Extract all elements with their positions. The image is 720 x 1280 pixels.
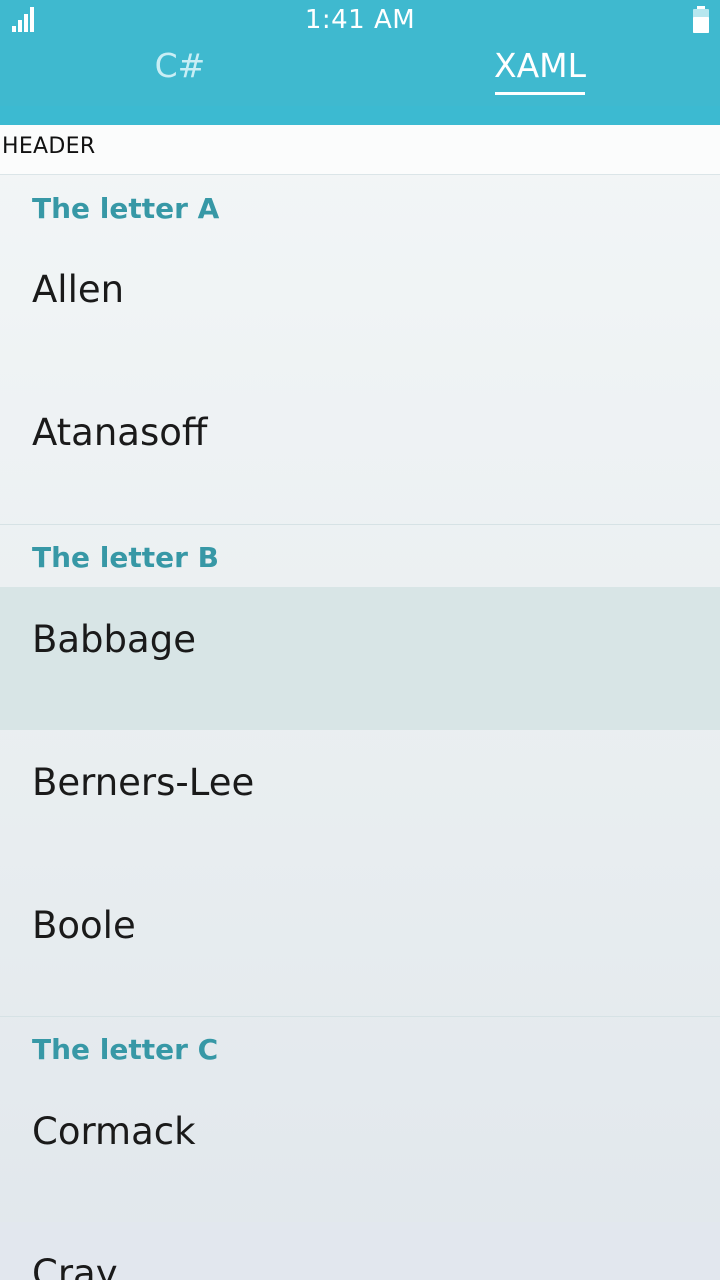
list-item-label: Boole [32,904,136,947]
tab-csharp[interactable]: C# [120,44,240,96]
list-item-label: Babbage [32,618,196,661]
group-header-title: The letter C [32,1033,219,1066]
list-item-allen[interactable]: Allen [0,238,720,381]
selected-tab-indicator [495,92,585,95]
group-header-title: The letter A [32,192,220,225]
list-header-label: HEADER [2,134,96,159]
list-item-cray[interactable]: Cray [0,1222,720,1280]
list-item-cormack[interactable]: Cormack [0,1079,720,1222]
list-item-label: Allen [32,268,125,311]
list-item-label: Atanasoff [32,411,208,454]
group-header-c: The letter C [0,1017,720,1079]
status-time: 1:41 AM [304,5,416,35]
list-item-babbage[interactable]: Babbage [0,587,720,730]
list-item-label: Cormack [32,1110,196,1153]
tab-xaml[interactable]: XAML [480,44,600,96]
list-header: HEADER [0,125,720,175]
battery-icon [693,6,709,33]
app-bar: 1:41 AM C# XAML [0,0,720,125]
list-item-atanasoff[interactable]: Atanasoff [0,381,720,524]
list-item-boole[interactable]: Boole [0,873,720,1016]
app-bar-strip [0,106,720,125]
group-header-b: The letter B [0,525,720,587]
list-item-berners-lee[interactable]: Berners-Lee [0,730,720,873]
list-item-label: Cray [32,1252,118,1280]
group-header-a: The letter A [0,176,720,238]
list-item-label: Berners-Lee [32,761,255,804]
app-screen: 1:41 AM C# XAML HEADER The letter A Alle… [0,0,720,1280]
group-header-title: The letter B [32,541,220,574]
